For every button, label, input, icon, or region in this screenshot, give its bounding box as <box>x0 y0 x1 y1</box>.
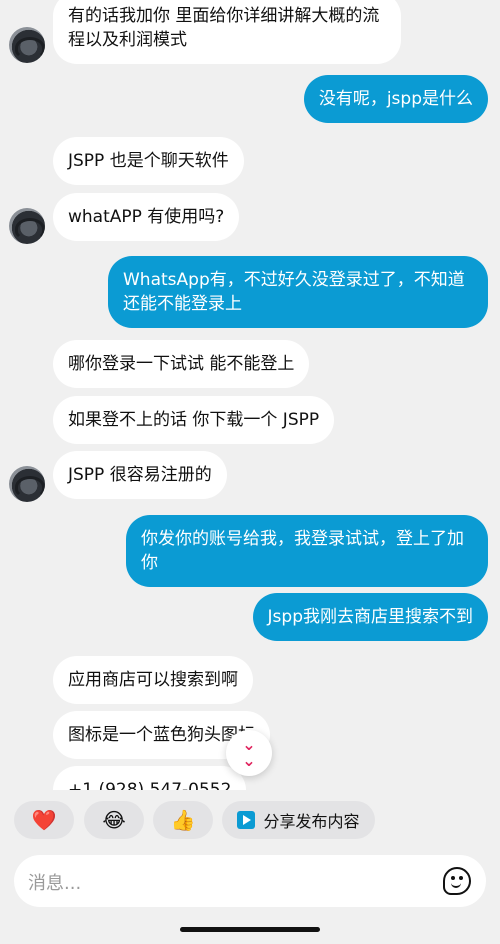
message-bubble-incoming[interactable]: +1 (928) 547-0552 <box>53 766 247 790</box>
scroll-to-bottom-button[interactable]: ⌄ ⌄ <box>226 730 272 776</box>
message-bubble-incoming[interactable]: 如果登不上的话 你下载一个 JSPP <box>53 396 335 444</box>
share-post-label: 分享发布内容 <box>263 812 360 831</box>
contact-avatar[interactable] <box>9 208 45 244</box>
heart-icon: ❤️ <box>31 808 57 832</box>
message-text: 如果登不上的话 你下载一个 JSPP <box>68 410 320 430</box>
quick-reactions-bar: ❤️ 😂 👍 分享发布内容 <box>0 801 500 843</box>
heart-reaction-button[interactable]: ❤️ <box>14 801 74 839</box>
laugh-reaction-button[interactable]: 😂 <box>84 801 144 839</box>
message-bubble-outgoing[interactable]: WhatsApp有，不过好久没登录过了，不知道还能不能登录上 <box>108 256 488 328</box>
message-text: 图标是一个蓝色狗头图标 <box>68 725 255 745</box>
message-text: 你发你的账号给我，我登录试试，登上了加你 <box>141 529 464 573</box>
message-input[interactable]: 消息... <box>28 869 81 895</box>
message-composer[interactable]: 消息... <box>14 855 486 907</box>
thumbs-up-icon: 👍 <box>170 808 196 832</box>
message-text: Jspp我刚去商店里搜索不到 <box>267 607 473 627</box>
contact-avatar[interactable] <box>9 466 45 502</box>
message-bubble-incoming[interactable]: 应用商店可以搜索到啊 <box>53 656 253 704</box>
message-text: 有的话我加你 里面给你详细讲解大概的流程以及利润模式 <box>68 6 380 50</box>
message-bubble-incoming[interactable]: 哪你登录一下试试 能不能登上 <box>53 340 310 388</box>
share-post-button[interactable]: 分享发布内容 <box>222 801 375 839</box>
message-bubble-incoming[interactable]: whatAPP 有使用吗? <box>53 193 240 241</box>
double-chevron-down-icon: ⌄ ⌄ <box>242 735 256 770</box>
message-bubble-incoming[interactable]: JSPP 也是个聊天软件 <box>53 137 244 185</box>
message-text: JSPP 也是个聊天软件 <box>68 151 229 171</box>
message-text: JSPP 很容易注册的 <box>68 465 212 485</box>
chat-thread[interactable]: 有的话我加你 里面给你详细讲解大概的流程以及利润模式 没有呢，jspp是什么 J… <box>0 0 500 790</box>
message-text: whatAPP 有使用吗? <box>68 207 225 227</box>
message-bubble-outgoing[interactable]: 没有呢，jspp是什么 <box>303 75 488 123</box>
message-text: WhatsApp有，不过好久没登录过了，不知道还能不能登录上 <box>123 270 465 314</box>
laughing-face-icon: 😂 <box>102 808 126 832</box>
message-bubble-incoming[interactable]: 有的话我加你 里面给你详细讲解大概的流程以及利润模式 <box>53 0 401 64</box>
message-text: 没有呢，jspp是什么 <box>318 89 473 109</box>
message-text: +1 (928) 547-0552 <box>68 780 232 790</box>
message-text: 应用商店可以搜索到啊 <box>68 670 238 690</box>
message-bubble-outgoing[interactable]: 你发你的账号给我，我登录试试，登上了加你 <box>126 515 488 587</box>
thumbs-up-reaction-button[interactable]: 👍 <box>153 801 213 839</box>
sticker-icon[interactable] <box>443 867 471 895</box>
message-bubble-incoming[interactable]: JSPP 很容易注册的 <box>53 451 227 499</box>
home-indicator <box>180 927 320 932</box>
message-bubble-outgoing[interactable]: Jspp我刚去商店里搜索不到 <box>252 593 488 641</box>
play-icon <box>237 811 256 829</box>
message-text: 哪你登录一下试试 能不能登上 <box>68 354 295 374</box>
contact-avatar[interactable] <box>9 27 45 63</box>
